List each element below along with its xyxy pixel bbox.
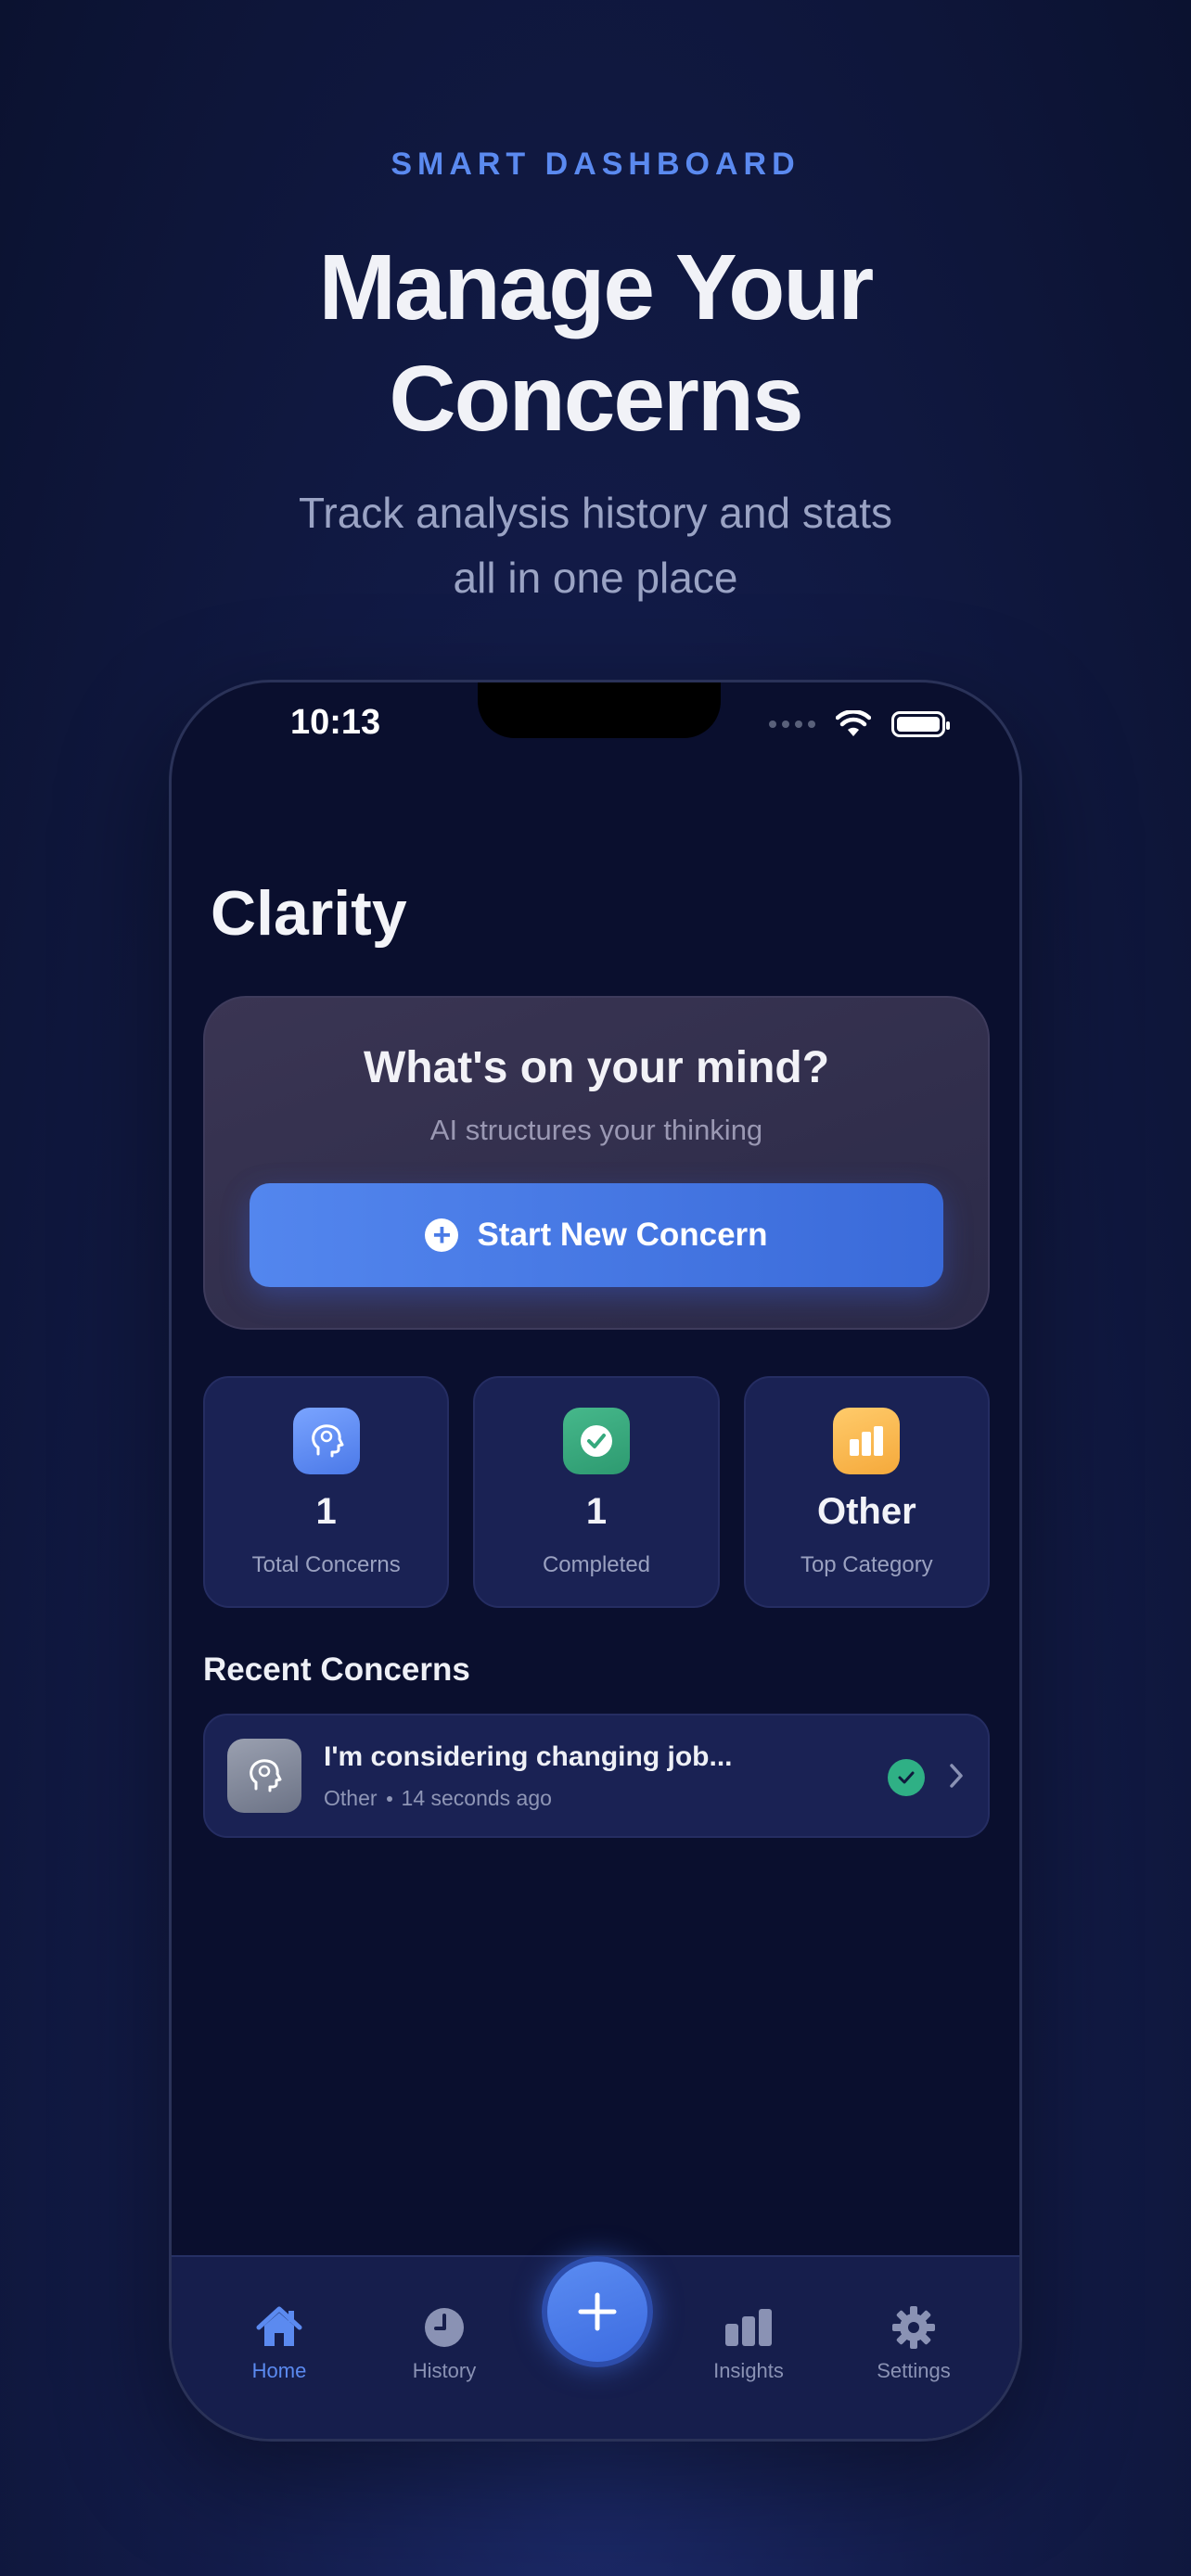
concern-time: 14 seconds ago [401,1786,552,1810]
wifi-icon [836,710,871,736]
stat-label: Completed [542,1552,651,1577]
bar-chart-icon [833,1408,901,1474]
recent-concerns-heading: Recent Concerns [203,1651,470,1688]
completed-check-icon [888,1759,925,1796]
hero-title: What's on your mind? [363,1043,830,1092]
plus-icon [578,2292,617,2331]
check-circle-icon [562,1408,630,1474]
new-concern-card: What's on your mind? AI structures your … [203,996,990,1330]
stat-top-category[interactable]: Other Top Category [743,1376,990,1608]
marketing-eyebrow: SMART DASHBOARD [391,147,800,182]
stats-row: 1 Total Concerns 1 Completed Other Top C… [203,1376,990,1608]
subhead-line-2: all in one place [453,554,738,602]
dynamic-island [478,682,721,738]
tab-label: History [412,2359,477,2382]
hero-subtitle: AI structures your thinking [429,1114,763,1146]
tab-label: Home [251,2359,307,2382]
list-item[interactable]: I'm considering changing job... Other 14… [203,1714,990,1838]
add-concern-fab[interactable] [542,2256,653,2367]
tab-home[interactable]: Home [214,2303,344,2383]
tab-label: Insights [713,2359,784,2382]
gear-icon [849,2303,979,2352]
marketing-headline: Manage Your Concerns [0,232,1191,454]
tab-settings[interactable]: Settings [849,2303,979,2383]
stat-total-concerns[interactable]: 1 Total Concerns [203,1376,450,1608]
stat-completed[interactable]: 1 Completed [473,1376,720,1608]
clock-icon [379,2303,509,2352]
stat-label: Top Category [800,1552,933,1577]
status-icons [769,710,950,738]
status-time: 10:13 [290,703,381,742]
brain-head-icon [227,1739,301,1813]
concern-title: I'm considering changing job... [324,1741,733,1772]
plus-circle-icon: + [425,1218,459,1252]
phone-frame: 10:13 Clarity What's on your mind? AI st… [169,680,1022,2442]
signal-icon [769,721,815,728]
tab-label: Settings [877,2359,951,2382]
home-icon [214,2303,344,2352]
start-new-concern-button[interactable]: + Start New Concern [250,1183,943,1287]
headline-line-2: Concerns [389,347,803,451]
bar-chart-icon [684,2303,813,2352]
stat-value: Other [816,1491,916,1532]
app-title: Clarity [211,878,407,949]
headline-line-1: Manage Your [318,236,875,339]
stat-value: 1 [585,1491,608,1532]
tab-insights[interactable]: Insights [684,2303,813,2383]
subhead-line-1: Track analysis history and stats [299,489,892,537]
marketing-subhead: Track analysis history and stats all in … [278,480,913,610]
chevron-right-icon [950,1764,963,1788]
separator-dot [386,1795,392,1802]
start-new-concern-label: Start New Concern [477,1217,768,1253]
stat-label: Total Concerns [251,1552,401,1577]
concern-category: Other [324,1786,378,1810]
stat-value: 1 [315,1491,337,1532]
tab-history[interactable]: History [379,2303,509,2383]
concern-meta: Other 14 seconds ago [324,1786,552,1811]
brain-head-icon [292,1408,360,1474]
battery-icon [891,711,950,737]
